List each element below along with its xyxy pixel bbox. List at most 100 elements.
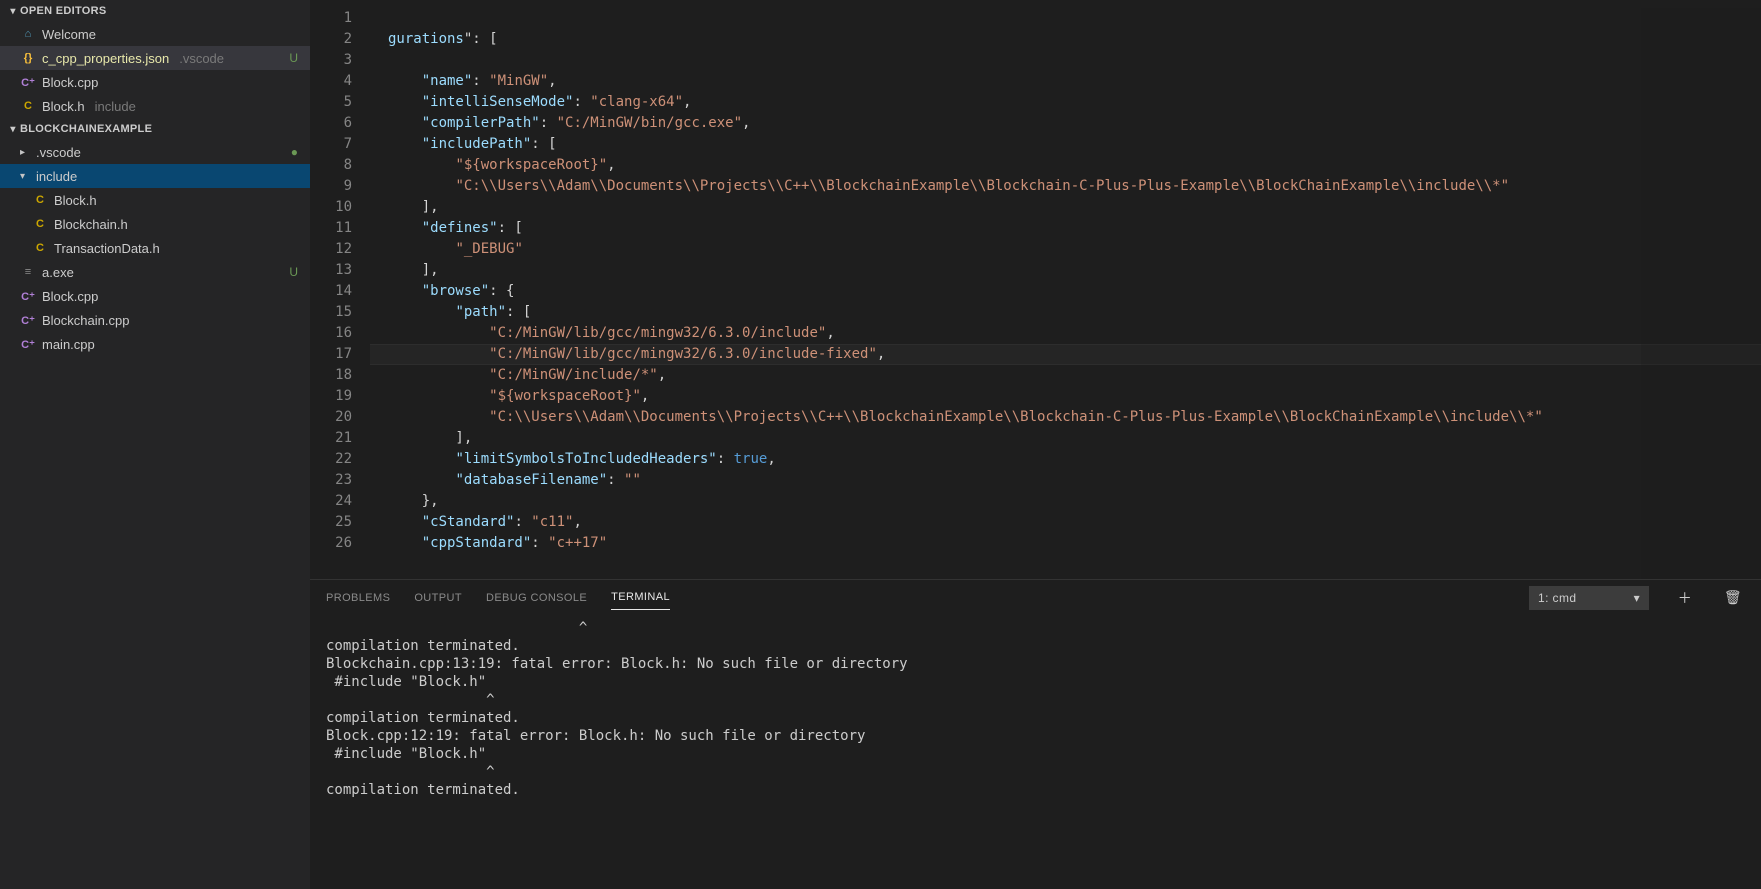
open-editors-header[interactable]: ▾ OPEN EDITORS <box>0 0 310 22</box>
project-label: BLOCKCHAINEXAMPLE <box>20 123 152 135</box>
line-number: 7 <box>310 134 352 155</box>
open-editor-item[interactable]: C⁺Block.cpp <box>0 70 310 94</box>
terminal-selector[interactable]: 1: cmd ▾ <box>1529 586 1649 610</box>
code-line[interactable]: ], <box>370 197 1761 218</box>
code-line[interactable]: gurations": [ <box>370 29 1761 50</box>
item-name: a.exe <box>42 265 74 280</box>
file-name: c_cpp_properties.json <box>42 51 169 66</box>
vs-icon: ⌂ <box>20 26 36 42</box>
item-name: main.cpp <box>42 337 95 352</box>
file-path: include <box>95 99 136 114</box>
code-line[interactable]: "databaseFilename": "" <box>370 470 1761 491</box>
item-name: include <box>36 169 77 184</box>
code-content[interactable]: gurations": [ "name": "MinGW", "intelliS… <box>370 8 1761 579</box>
line-number: 19 <box>310 386 352 407</box>
code-line[interactable]: "C:/MinGW/lib/gcc/mingw32/6.3.0/include-… <box>370 344 1761 365</box>
panel-tabs: PROBLEMS OUTPUT DEBUG CONSOLE TERMINAL 1… <box>310 580 1761 615</box>
bottom-panel: PROBLEMS OUTPUT DEBUG CONSOLE TERMINAL 1… <box>310 579 1761 889</box>
line-number: 9 <box>310 176 352 197</box>
cpp-icon: C⁺ <box>20 312 36 328</box>
tab-debug-console[interactable]: DEBUG CONSOLE <box>486 586 587 610</box>
trash-icon: 🗑 <box>1724 589 1742 605</box>
h-icon: C <box>32 240 48 256</box>
code-line[interactable] <box>370 50 1761 71</box>
file-path: .vscode <box>179 51 224 66</box>
code-line[interactable]: "cStandard": "c11", <box>370 512 1761 533</box>
code-line[interactable]: "_DEBUG" <box>370 239 1761 260</box>
code-line[interactable]: "${workspaceRoot}", <box>370 386 1761 407</box>
kill-terminal-button[interactable]: 🗑 <box>1721 589 1745 606</box>
line-number: 16 <box>310 323 352 344</box>
code-line[interactable]: }, <box>370 491 1761 512</box>
line-number: 10 <box>310 197 352 218</box>
item-name: TransactionData.h <box>54 241 160 256</box>
line-number: 2 <box>310 29 352 50</box>
line-number: 1 <box>310 8 352 29</box>
code-editor[interactable]: 1234567891011121314151617181920212223242… <box>310 8 1761 579</box>
cpp-icon: C⁺ <box>20 336 36 352</box>
open-editor-item[interactable]: CBlock.hinclude <box>0 94 310 118</box>
code-line[interactable]: "name": "MinGW", <box>370 71 1761 92</box>
line-number: 6 <box>310 113 352 134</box>
line-number: 12 <box>310 239 352 260</box>
code-line[interactable]: "path": [ <box>370 302 1761 323</box>
code-line[interactable]: "cppStandard": "c++17" <box>370 533 1761 554</box>
chevron-down-icon: ▾ <box>1634 591 1640 605</box>
file-item[interactable]: C⁺ Block.cpp <box>0 284 310 308</box>
line-number: 15 <box>310 302 352 323</box>
git-status: U <box>289 265 298 279</box>
tab-terminal[interactable]: TERMINAL <box>611 585 670 610</box>
code-line[interactable]: "C:\\Users\\Adam\\Documents\\Projects\\C… <box>370 176 1761 197</box>
main-area: 1234567891011121314151617181920212223242… <box>310 0 1761 889</box>
cpp-icon: C⁺ <box>20 288 36 304</box>
code-line[interactable]: "C:/MinGW/lib/gcc/mingw32/6.3.0/include"… <box>370 323 1761 344</box>
code-line[interactable]: "${workspaceRoot}", <box>370 155 1761 176</box>
project-header[interactable]: ▾ BLOCKCHAINEXAMPLE <box>0 118 310 140</box>
file-tree: .vscode● include CBlock.hCBlockchain.h C Tra… <box>0 140 310 356</box>
line-number: 18 <box>310 365 352 386</box>
line-number: 11 <box>310 218 352 239</box>
sidebar: ▾ OPEN EDITORS ⌂Welcome{}c_cpp_propertie… <box>0 0 310 889</box>
file-item[interactable]: C TransactionData.h <box>0 236 310 260</box>
new-terminal-button[interactable]: ＋ <box>1673 588 1697 608</box>
open-editor-item[interactable]: ⌂ Welcome <box>0 22 310 46</box>
code-line[interactable]: "intelliSenseMode": "clang-x64", <box>370 92 1761 113</box>
exe-icon: ≡ <box>20 264 36 280</box>
terminal-selector-value: 1: cmd <box>1538 591 1576 605</box>
file-item[interactable]: ≡ a.exe U <box>0 260 310 284</box>
line-number: 8 <box>310 155 352 176</box>
open-editor-item[interactable]: {}c_cpp_properties.json.vscodeU <box>0 46 310 70</box>
file-item[interactable]: CBlockchain.h <box>0 212 310 236</box>
code-line[interactable]: ], <box>370 428 1761 449</box>
file-name: Welcome <box>42 27 96 42</box>
file-item[interactable]: C⁺ Blockchain.cpp <box>0 308 310 332</box>
folder-item[interactable]: include <box>0 164 310 188</box>
folder-item[interactable]: .vscode● <box>0 140 310 164</box>
code-line[interactable]: "defines": [ <box>370 218 1761 239</box>
code-line[interactable]: "C:\\Users\\Adam\\Documents\\Projects\\C… <box>370 407 1761 428</box>
code-line[interactable]: "browse": { <box>370 281 1761 302</box>
file-item[interactable]: CBlock.h <box>0 188 310 212</box>
chevron-down-icon: ▾ <box>6 124 20 135</box>
code-line[interactable]: "C:/MinGW/include/*", <box>370 365 1761 386</box>
code-line[interactable]: "limitSymbolsToIncludedHeaders": true, <box>370 449 1761 470</box>
line-number: 22 <box>310 449 352 470</box>
code-line[interactable]: "includePath": [ <box>370 134 1761 155</box>
code-line[interactable]: "compilerPath": "C:/MinGW/bin/gcc.exe", <box>370 113 1761 134</box>
tab-problems[interactable]: PROBLEMS <box>326 586 390 610</box>
line-number: 5 <box>310 92 352 113</box>
line-number: 23 <box>310 470 352 491</box>
code-line[interactable]: ], <box>370 260 1761 281</box>
file-name: Block.h <box>42 99 85 114</box>
item-name: .vscode <box>36 145 81 160</box>
item-name: Block.cpp <box>42 289 98 304</box>
file-item[interactable]: C⁺ main.cpp <box>0 332 310 356</box>
tabs-spacer <box>310 0 1761 8</box>
line-number: 14 <box>310 281 352 302</box>
tab-output[interactable]: OUTPUT <box>414 586 462 610</box>
item-name: Blockchain.cpp <box>42 313 129 328</box>
minimap[interactable] <box>1641 8 1761 579</box>
line-number: 17 <box>310 344 352 365</box>
code-line[interactable] <box>370 8 1761 29</box>
terminal-output[interactable]: ^ compilation terminated. Blockchain.cpp… <box>310 615 1761 889</box>
